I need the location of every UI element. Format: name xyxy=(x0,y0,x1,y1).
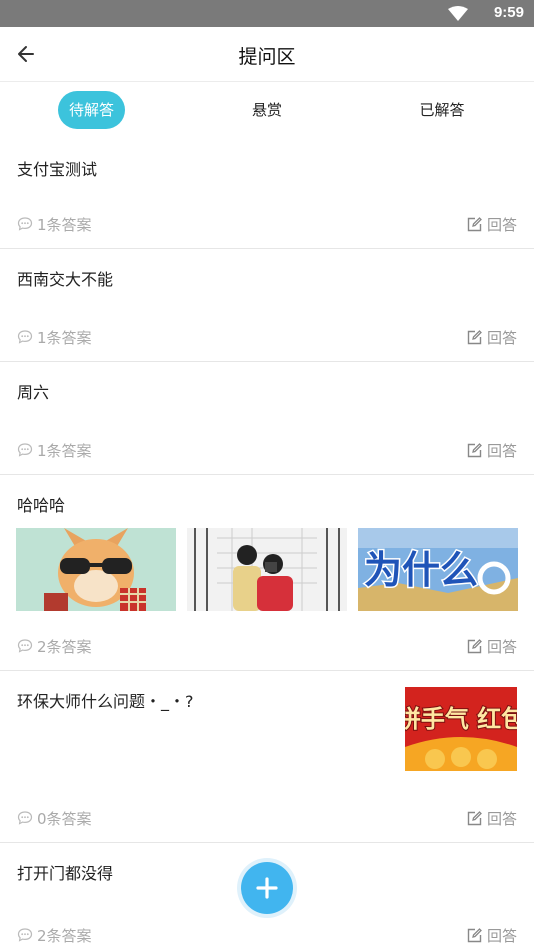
thumbnail-image[interactable] xyxy=(187,528,347,611)
answer-count: 1条答案 xyxy=(17,327,92,347)
answer-count: 0条答案 xyxy=(17,808,92,828)
plus-icon xyxy=(256,877,278,899)
question-title: 周六 xyxy=(17,383,50,402)
reply-button[interactable]: 回答 xyxy=(467,636,517,656)
thumbnail-caption: 拼手气 红包 xyxy=(405,705,517,733)
list-item[interactable]: 周六 1条答案 回答 xyxy=(0,362,534,475)
answer-count-label: 2条答案 xyxy=(37,926,92,945)
answer-count: 2条答案 xyxy=(17,925,92,945)
thumbnail-caption: 为什么 xyxy=(364,548,478,592)
reply-label: 回答 xyxy=(486,637,517,656)
reply-label: 回答 xyxy=(486,441,517,460)
thumbnail-image[interactable] xyxy=(16,528,176,611)
reply-label: 回答 xyxy=(486,215,517,234)
edit-icon xyxy=(467,638,482,653)
edit-icon xyxy=(467,927,482,942)
answer-count-label: 1条答案 xyxy=(37,215,92,234)
status-bar: 9:59 xyxy=(0,0,534,27)
question-title: 西南交大不能 xyxy=(17,270,114,289)
edit-icon xyxy=(467,442,482,457)
answer-count-label: 2条答案 xyxy=(37,637,92,656)
image-thumbnails: 为什么 xyxy=(16,528,518,611)
comment-icon xyxy=(17,330,33,344)
answer-count-label: 1条答案 xyxy=(37,328,92,347)
reply-button[interactable]: 回答 xyxy=(467,440,517,460)
comment-icon xyxy=(17,443,33,457)
reply-button[interactable]: 回答 xyxy=(467,214,517,234)
reply-button[interactable]: 回答 xyxy=(467,327,517,347)
answer-count-label: 1条答案 xyxy=(37,441,92,460)
list-item[interactable]: 哈哈哈 为什么 2条答案 回答 xyxy=(0,475,534,671)
tab-answered[interactable]: 已解答 xyxy=(405,91,479,129)
reply-label: 回答 xyxy=(486,926,517,945)
edit-icon xyxy=(467,329,482,344)
answer-count: 1条答案 xyxy=(17,440,92,460)
question-list: 支付宝测试 1条答案 回答 西南交大不能 1条答案 回答 周六 1条答案 回答 xyxy=(0,139,534,949)
list-item[interactable]: 支付宝测试 1条答案 回答 xyxy=(0,139,534,249)
comment-icon xyxy=(17,217,33,231)
tab-pending[interactable]: 待解答 xyxy=(58,91,125,129)
answer-count: 2条答案 xyxy=(17,636,92,656)
edit-icon xyxy=(467,810,482,825)
answer-count: 1条答案 xyxy=(17,214,92,234)
reply-label: 回答 xyxy=(486,809,517,828)
thumbnail-image[interactable]: 为什么 xyxy=(358,528,518,611)
reply-label: 回答 xyxy=(486,328,517,347)
tab-bounty[interactable]: 悬赏 xyxy=(232,91,302,129)
list-item[interactable]: 西南交大不能 1条答案 回答 xyxy=(0,249,534,362)
question-title: 支付宝测试 xyxy=(17,160,98,179)
add-question-button[interactable] xyxy=(241,862,293,914)
comment-icon xyxy=(17,811,33,825)
page-title: 提问区 xyxy=(238,46,296,68)
edit-icon xyxy=(467,216,482,231)
question-title: 打开门都没得 xyxy=(17,864,114,883)
reply-button[interactable]: 回答 xyxy=(467,925,517,945)
reply-button[interactable]: 回答 xyxy=(467,808,517,828)
answer-count-label: 0条答案 xyxy=(37,809,92,828)
question-title: 环保大师什么问题・_・? xyxy=(17,692,194,711)
thumbnail-image[interactable]: 拼手气 红包 xyxy=(405,687,517,771)
comment-icon xyxy=(17,928,33,942)
tab-bar: 待解答 悬赏 已解答 xyxy=(0,83,534,139)
top-bar: 提问区 xyxy=(0,27,534,82)
wifi-icon xyxy=(448,6,468,21)
comment-icon xyxy=(17,639,33,653)
status-time: 9:59 xyxy=(493,4,524,21)
question-title: 哈哈哈 xyxy=(17,496,66,515)
list-item[interactable]: 环保大师什么问题・_・? 拼手气 红包 0条答案 回答 xyxy=(0,671,534,843)
